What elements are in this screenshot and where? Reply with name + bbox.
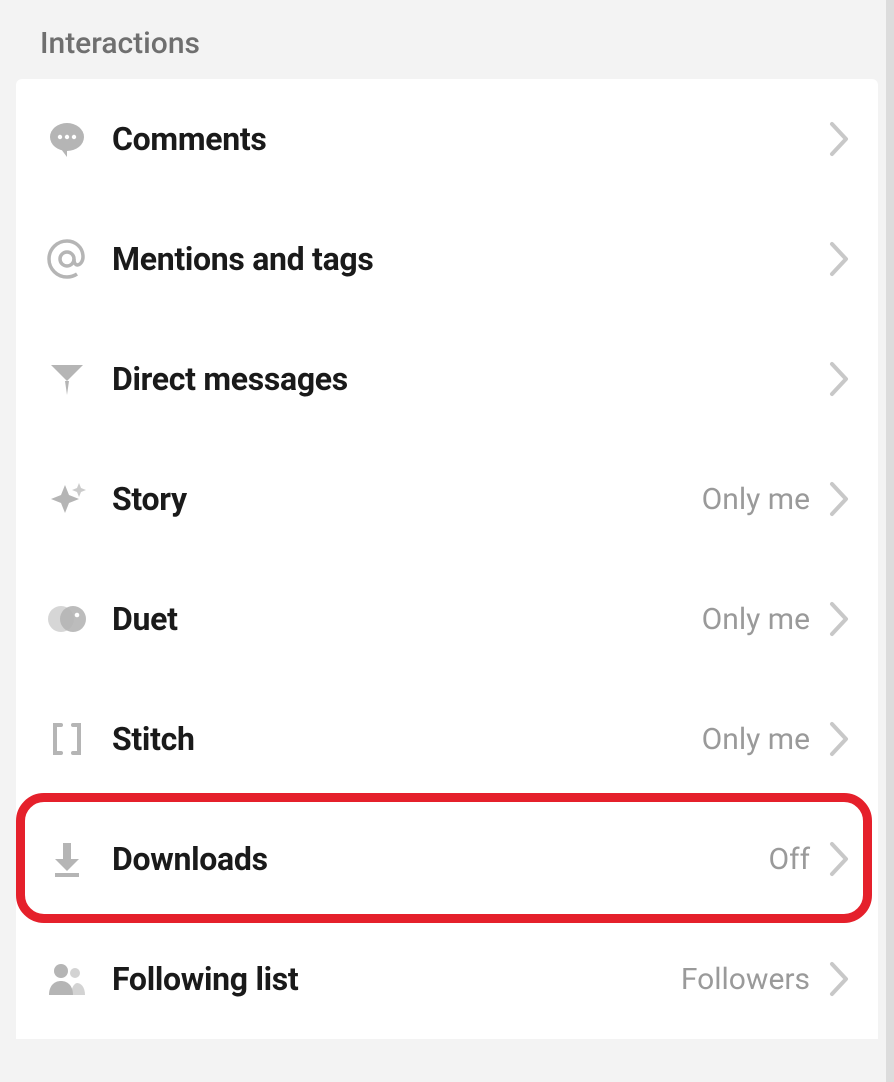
duet-icon	[44, 596, 90, 642]
row-label: Direct messages	[112, 360, 810, 398]
row-label: Following list	[112, 960, 681, 998]
chevron-right-icon	[828, 960, 850, 998]
chevron-right-icon	[828, 120, 850, 158]
row-direct-messages[interactable]: Direct messages	[16, 319, 878, 439]
row-label: Story	[112, 480, 702, 518]
mention-icon	[44, 236, 90, 282]
send-icon	[44, 356, 90, 402]
row-label: Comments	[112, 120, 810, 158]
chevron-right-icon	[828, 240, 850, 278]
row-story[interactable]: Story Only me	[16, 439, 878, 559]
row-value: Off	[769, 842, 811, 877]
download-icon	[44, 836, 90, 882]
row-value: Only me	[702, 722, 810, 757]
chevron-right-icon	[828, 600, 850, 638]
chevron-right-icon	[828, 480, 850, 518]
row-downloads[interactable]: Downloads Off	[16, 799, 878, 919]
row-label: Mentions and tags	[112, 240, 810, 278]
comment-icon	[44, 116, 90, 162]
sparkle-icon	[44, 476, 90, 522]
row-following-list[interactable]: Following list Followers	[16, 919, 878, 1039]
chevron-right-icon	[828, 840, 850, 878]
row-comments[interactable]: Comments	[16, 79, 878, 199]
row-label: Downloads	[112, 840, 769, 878]
row-duet[interactable]: Duet Only me	[16, 559, 878, 679]
side-stripe	[886, 0, 894, 1082]
row-label: Duet	[112, 600, 702, 638]
interactions-panel: Comments Mentions and tags Direct messag…	[16, 79, 878, 1039]
row-mentions[interactable]: Mentions and tags	[16, 199, 878, 319]
chevron-right-icon	[828, 720, 850, 758]
people-icon	[44, 956, 90, 1002]
stitch-icon	[44, 716, 90, 762]
row-value: Only me	[702, 602, 810, 637]
row-stitch[interactable]: Stitch Only me	[16, 679, 878, 799]
row-value: Followers	[681, 962, 810, 997]
section-header: Interactions	[0, 0, 894, 79]
row-label: Stitch	[112, 720, 702, 758]
chevron-right-icon	[828, 360, 850, 398]
row-value: Only me	[702, 482, 810, 517]
